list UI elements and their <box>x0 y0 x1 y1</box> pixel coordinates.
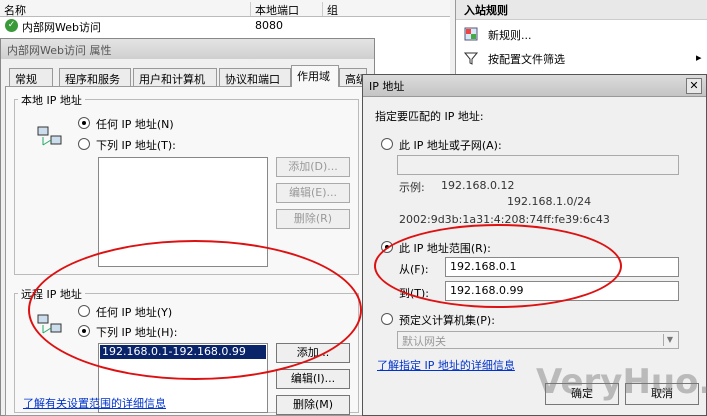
example-subnet: 192.168.1.0/24 <box>507 195 592 208</box>
remote-any-radio[interactable] <box>78 305 90 317</box>
filter-label: 按配置文件筛选 <box>488 53 565 66</box>
rule-port: 8080 <box>255 19 283 32</box>
local-these-radio[interactable] <box>78 138 90 150</box>
predefined-radio[interactable] <box>381 313 393 325</box>
subnet-label: 此 IP 地址或子网(A): <box>399 139 502 152</box>
example-ipv6: 2002:9d3b:1a31:4:208:74ff:fe39:6c43 <box>399 213 610 226</box>
range-label: 此 IP 地址范围(R): <box>399 242 491 255</box>
subnet-input[interactable] <box>397 155 679 175</box>
ip-dialog-title: IP 地址 <box>363 75 706 97</box>
tab-protocols[interactable]: 协议和端口 <box>219 68 291 87</box>
local-any-label: 任何 IP 地址(N) <box>96 118 174 131</box>
submenu-arrow-icon: ▸ <box>696 51 702 64</box>
new-rule-label: 新规则... <box>488 29 532 42</box>
remote-edit-button[interactable]: 编辑(I)... <box>276 369 350 389</box>
remote-any-label: 任何 IP 地址(Y) <box>96 306 173 319</box>
local-add-button[interactable]: 添加(D)... <box>276 157 350 177</box>
predefined-select[interactable]: 默认网关 ▼ <box>397 331 679 349</box>
local-edit-button[interactable]: 编辑(E)... <box>276 183 350 203</box>
remote-add-button[interactable]: 添加... <box>276 343 350 363</box>
local-these-label: 下列 IP 地址(T): <box>96 139 176 152</box>
subnet-radio[interactable] <box>381 138 393 150</box>
remote-these-label: 下列 IP 地址(H): <box>96 326 178 339</box>
local-ip-listbox[interactable] <box>98 157 268 267</box>
list-item[interactable]: 内部网Web访问 8080 <box>0 17 450 34</box>
predefined-value: 默认网关 <box>402 335 446 348</box>
local-ip-legend: 本地 IP 地址 <box>18 92 85 108</box>
remote-remove-button[interactable]: 删除(M) <box>276 395 350 415</box>
local-any-radio[interactable] <box>78 117 90 129</box>
column-group[interactable]: 组 <box>322 2 338 17</box>
actions-pane: 入站规则 新规则... 按配置文件筛选 ▸ <box>455 0 707 75</box>
local-remove-button[interactable]: 删除(R) <box>276 209 350 229</box>
to-ip-input[interactable]: 192.168.0.99 <box>445 281 679 301</box>
tab-general[interactable]: 常规 <box>9 68 53 87</box>
column-local-port[interactable]: 本地端口 <box>250 2 299 17</box>
example-label: 示例: <box>399 181 425 194</box>
watermark: VeryHuo.com <box>536 362 707 402</box>
properties-dialog: 内部网Web访问 属性 常规 程序和服务 用户和计算机 协议和端口 作用域 高级… <box>0 38 375 416</box>
tab-scope[interactable]: 作用域 <box>291 65 339 87</box>
close-icon[interactable]: ✕ <box>686 78 702 94</box>
remote-ip-legend: 远程 IP 地址 <box>18 286 85 302</box>
tab-programs[interactable]: 程序和服务 <box>59 68 131 87</box>
filter-icon <box>464 52 478 65</box>
enabled-check-icon: ✓ <box>5 19 18 32</box>
list-item[interactable]: 192.168.0.1-192.168.0.99 <box>100 345 266 359</box>
column-name[interactable]: 名称 <box>0 2 26 17</box>
to-label: 到(T): <box>399 287 430 300</box>
scope-panel: 本地 IP 地址 任何 IP 地址(N) 下列 IP 地址(T): 添加(D).… <box>5 86 367 416</box>
properties-title: 内部网Web访问 属性 <box>1 39 374 59</box>
network-icon <box>37 314 62 334</box>
from-ip-input[interactable]: 192.168.0.1 <box>445 257 679 277</box>
ip-help-link[interactable]: 了解指定 IP 地址的详细信息 <box>377 357 515 373</box>
scope-help-link[interactable]: 了解有关设置范围的详细信息 <box>23 395 166 411</box>
list-header: 名称 本地端口 组 <box>0 0 450 17</box>
filter-action[interactable]: 按配置文件筛选 ▸ <box>464 48 704 68</box>
predefined-label: 预定义计算机集(P): <box>399 314 495 327</box>
new-rule-action[interactable]: 新规则... <box>464 24 704 44</box>
range-radio[interactable] <box>381 241 393 253</box>
chevron-down-icon: ▼ <box>663 334 676 346</box>
from-label: 从(F): <box>399 263 429 276</box>
remote-these-radio[interactable] <box>78 325 90 337</box>
example-ip: 192.168.0.12 <box>441 179 515 192</box>
ip-dialog-prompt: 指定要匹配的 IP 地址: <box>375 110 484 123</box>
tab-users[interactable]: 用户和计算机 <box>133 68 217 87</box>
actions-title: 入站规则 <box>456 0 707 20</box>
rule-name: 内部网Web访问 <box>22 21 101 34</box>
network-icon <box>37 126 62 146</box>
new-rule-icon <box>464 27 478 41</box>
